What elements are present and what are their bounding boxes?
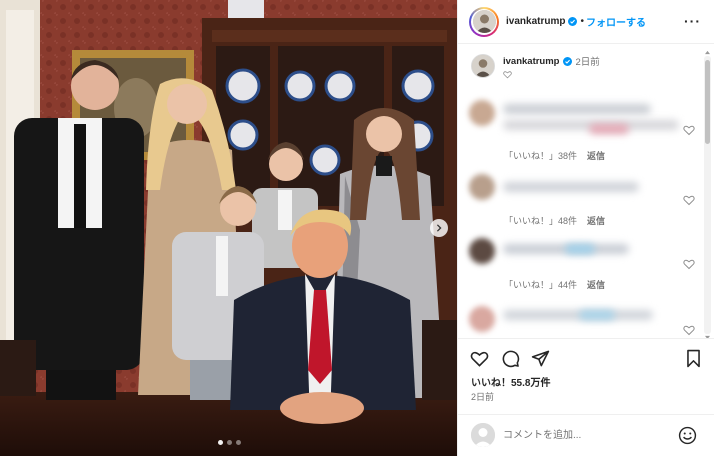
comment-scrollbar[interactable] xyxy=(704,56,711,334)
post-actions: いいね！55.8万件 2日前 xyxy=(458,338,714,414)
follow-button[interactable]: フォローする xyxy=(586,14,646,29)
comment-likes[interactable]: 「いいね！」48件 xyxy=(504,216,577,226)
add-comment-bar xyxy=(458,414,714,456)
verified-badge-icon xyxy=(562,56,572,66)
caption-username[interactable]: ivankatrump xyxy=(503,56,560,67)
more-horizontal-icon[interactable]: ··· xyxy=(684,13,701,29)
share-icon[interactable] xyxy=(531,349,550,368)
story-avatar-ring[interactable] xyxy=(469,6,499,37)
blurred-comment-text xyxy=(503,104,651,114)
blurred-avatar xyxy=(469,306,495,332)
dot-separator: • xyxy=(580,16,584,27)
username-link[interactable]: ivankatrump xyxy=(506,16,565,27)
heart-icon[interactable] xyxy=(683,194,695,206)
heart-icon[interactable] xyxy=(683,324,695,336)
comment-likes[interactable]: 「いいね！」44件 xyxy=(504,280,577,290)
comment-likes[interactable]: 「いいね！」38件 xyxy=(504,151,577,161)
carousel-dot xyxy=(227,440,232,445)
chevron-right-icon xyxy=(436,224,442,232)
carousel-indicator xyxy=(218,440,241,445)
like-count[interactable]: いいね！55.8万件 xyxy=(471,374,550,389)
post-timestamp: 2日前 xyxy=(471,392,495,402)
comment-item xyxy=(469,306,709,338)
verified-badge-icon xyxy=(568,17,578,26)
comment-input[interactable] xyxy=(503,425,673,445)
comment-list[interactable]: ivankatrump 2日前 「いいね！」38件 返信 「いいね！」48件 返… xyxy=(458,44,714,338)
heart-icon[interactable] xyxy=(683,124,695,136)
post-side-panel: ivankatrump • フォローする ··· ivankatrump 2日前 xyxy=(457,0,714,456)
reply-button[interactable]: 返信 xyxy=(587,151,605,161)
comment-meta: 「いいね！」38件 返信 xyxy=(504,149,605,162)
blurred-comment-text xyxy=(503,310,653,320)
post-header: ivankatrump • フォローする ··· xyxy=(458,0,714,44)
bookmark-icon[interactable] xyxy=(684,349,703,368)
scrollbar-thumb[interactable] xyxy=(705,60,710,144)
heart-icon[interactable] xyxy=(683,258,695,270)
blurred-comment-text xyxy=(503,182,639,192)
caption-body: ivankatrump 2日前 xyxy=(503,54,600,79)
blurred-comment-text xyxy=(565,244,595,254)
blurred-avatar xyxy=(469,174,495,200)
caption-timestamp: 2日前 xyxy=(575,57,600,68)
carousel-dot xyxy=(218,440,223,445)
comment-meta: 「いいね！」44件 返信 xyxy=(504,278,605,291)
reply-button[interactable]: 返信 xyxy=(587,280,605,290)
default-avatar-icon xyxy=(471,423,495,447)
post-caption: ivankatrump 2日前 xyxy=(471,54,600,79)
avatar xyxy=(472,10,496,33)
blurred-comment-text xyxy=(589,124,629,134)
post-photo[interactable] xyxy=(0,0,457,456)
current-user-avatar xyxy=(471,423,495,447)
profile-picture xyxy=(472,55,494,77)
heart-icon[interactable] xyxy=(470,349,489,368)
scroll-up-icon[interactable] xyxy=(705,50,710,55)
carousel-dot xyxy=(236,440,241,445)
blurred-avatar xyxy=(469,238,495,264)
profile-picture xyxy=(472,10,496,33)
avatar-frame xyxy=(471,8,497,35)
blurred-comment-text xyxy=(579,310,615,320)
blurred-avatar xyxy=(469,100,495,126)
reply-button[interactable]: 返信 xyxy=(587,216,605,226)
comment-icon[interactable] xyxy=(501,349,520,368)
carousel-next-button[interactable] xyxy=(430,219,448,237)
heart-icon[interactable] xyxy=(503,70,512,79)
family-photo-illustration xyxy=(0,0,457,456)
emoji-icon[interactable] xyxy=(678,426,697,445)
avatar[interactable] xyxy=(471,54,495,78)
comment-meta: 「いいね！」48件 返信 xyxy=(504,214,605,227)
comment-item xyxy=(469,100,709,150)
caption-header: ivankatrump 2日前 xyxy=(503,54,600,69)
